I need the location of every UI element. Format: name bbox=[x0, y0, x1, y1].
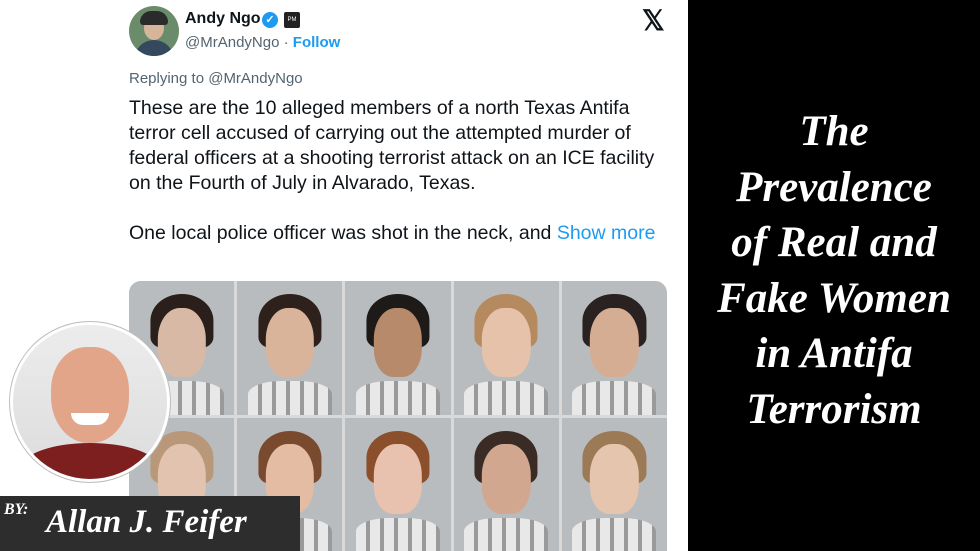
mugshot-shirt bbox=[355, 517, 441, 551]
mugshot-face bbox=[265, 307, 314, 378]
author-photo-face bbox=[51, 347, 129, 443]
title-panel: The Prevalence of Real and Fake Women in… bbox=[688, 0, 980, 551]
mugshot-face bbox=[373, 444, 423, 514]
author-name[interactable]: Andy Ngo bbox=[185, 10, 261, 28]
mugshot-face bbox=[590, 307, 639, 378]
title-line-1: The bbox=[799, 108, 869, 155]
handle-separator: · bbox=[283, 34, 289, 51]
tweet-paragraph-1: These are the 10 alleged members of a no… bbox=[129, 97, 655, 194]
follow-button[interactable]: Follow bbox=[293, 34, 341, 51]
mugshot-shirt bbox=[355, 381, 441, 415]
mugshot-photo[interactable] bbox=[453, 417, 559, 551]
tweet-paragraph-2: One local police officer was shot in the… bbox=[129, 221, 669, 246]
author-avatar[interactable] bbox=[129, 6, 179, 56]
author-handle[interactable]: @MrAndyNgo bbox=[185, 34, 279, 51]
mugshot-photo[interactable] bbox=[561, 281, 667, 415]
tweet-body: These are the 10 alleged members of a no… bbox=[129, 96, 669, 246]
mugshot-shirt bbox=[464, 517, 549, 551]
byline-bar: BY: Allan J. Feifer bbox=[0, 496, 300, 551]
mugshot-shirt bbox=[572, 381, 657, 415]
mugshot-photo[interactable] bbox=[237, 281, 343, 415]
mugshot-shirt bbox=[247, 381, 332, 415]
title-line-6: Terrorism bbox=[746, 385, 922, 433]
replying-to: Replying to @MrAndyNgo bbox=[129, 70, 303, 87]
verified-badge-icon: ✓ bbox=[262, 12, 278, 28]
tweet-paragraph-2-text: One local police officer was shot in the… bbox=[129, 222, 552, 244]
mugshot-photo[interactable] bbox=[453, 281, 559, 415]
byline-label: BY: bbox=[4, 501, 29, 518]
title-line-5: in Antifa bbox=[755, 330, 913, 377]
mugshot-shirt bbox=[572, 517, 657, 551]
mugshot-face bbox=[481, 307, 531, 378]
handle-line: @MrAndyNgo · Follow bbox=[185, 34, 340, 51]
mugshot-face bbox=[481, 444, 531, 514]
mugshot-shirt bbox=[464, 381, 549, 415]
byline-author: Allan J. Feifer bbox=[46, 504, 247, 540]
avatar-shirt bbox=[134, 40, 174, 56]
title-line-3: of Real and bbox=[731, 219, 937, 266]
title-line-4: Fake Women bbox=[717, 274, 951, 322]
author-photo-smile bbox=[71, 413, 109, 425]
title-line-2: Prevalence bbox=[736, 163, 932, 211]
x-logo-icon[interactable]: 𝕏 bbox=[642, 4, 665, 37]
mugshot-photo[interactable] bbox=[345, 417, 451, 551]
avatar-hair bbox=[140, 11, 168, 25]
mugshot-face bbox=[590, 444, 639, 514]
show-more-link[interactable]: Show more bbox=[557, 222, 656, 244]
affiliation-badge-icon: PM bbox=[284, 12, 300, 28]
mugshot-photo[interactable] bbox=[345, 281, 451, 415]
article-title: The Prevalence of Real and Fake Women in… bbox=[688, 104, 980, 437]
author-photo bbox=[10, 322, 170, 482]
mugshot-face bbox=[373, 307, 423, 378]
mugshot-photo[interactable] bbox=[561, 417, 667, 551]
